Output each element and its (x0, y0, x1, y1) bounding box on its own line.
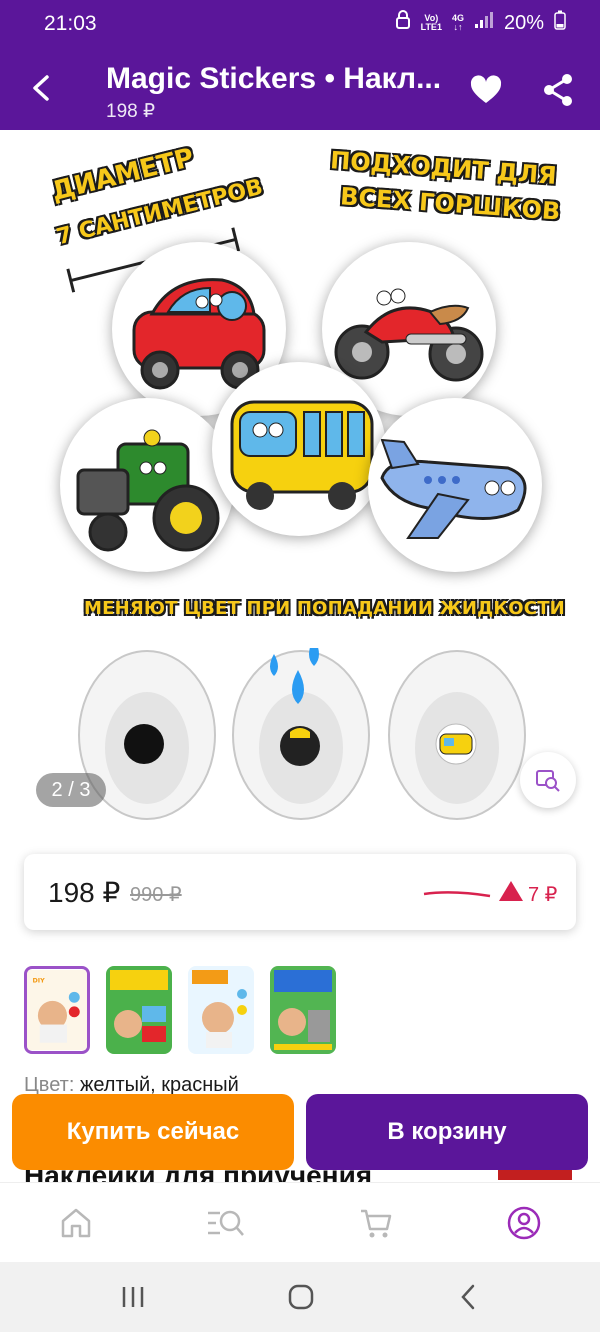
network-indicator: 4G ↓↑ (451, 13, 464, 32)
back-arrow-icon[interactable] (24, 70, 60, 106)
page-subtitle-price: 198 ₽ (106, 101, 156, 122)
triangle-up-icon (498, 880, 524, 908)
thumbnail-2[interactable] (106, 966, 172, 1054)
price-trend: 7 ₽ (498, 880, 557, 908)
color-label: Цвет: (24, 1074, 75, 1096)
price-history-line (423, 891, 491, 898)
heart-icon[interactable] (468, 72, 504, 108)
app-bar: Magic Stickers • Накл... 198 ₽ (0, 48, 600, 130)
banner-color-change: Меняют цвет при попадании жидкости (84, 598, 565, 619)
signal-icon (474, 11, 494, 35)
sticker-bus (212, 362, 386, 536)
add-to-cart-button[interactable]: В корзину (306, 1094, 588, 1170)
profile-icon[interactable] (506, 1205, 542, 1241)
potty-with-water (230, 638, 372, 827)
buy-now-button[interactable]: Купить сейчас (12, 1094, 294, 1170)
share-icon[interactable] (540, 72, 576, 108)
system-back-icon[interactable] (454, 1282, 484, 1312)
sticker-tractor (60, 398, 234, 572)
gallery-page-indicator: 2 / 3 (36, 773, 106, 807)
lock-icon (395, 10, 411, 36)
old-price: 990 ₽ (130, 884, 182, 906)
product-image-gallery[interactable]: Диаметр 7 сантиметров Подходит для всех … (0, 130, 600, 830)
image-search-icon[interactable] (520, 752, 576, 808)
sticker-airplane (368, 398, 542, 572)
status-time: 21:03 (44, 12, 97, 35)
home-circle-icon[interactable] (286, 1282, 316, 1312)
page-title: Magic Stickers • Накл... (106, 62, 442, 95)
battery-text: 20% (503, 11, 544, 34)
thumbnail-strip: DIY (24, 966, 336, 1054)
svg-text:DIY: DIY (32, 978, 45, 985)
color-value: желтый, красный (79, 1074, 239, 1096)
potty-after (386, 648, 528, 827)
banner-potties: всех горшков (339, 182, 562, 226)
status-bar: 21:03 Vo) LTE1 4G ↓↑ 20% (0, 0, 600, 48)
catalog-search-icon[interactable] (206, 1205, 244, 1241)
battery-icon (554, 10, 566, 36)
recent-apps-icon[interactable] (118, 1282, 148, 1312)
price-trend-value: 7 ₽ (528, 883, 558, 906)
cart-icon[interactable] (358, 1205, 394, 1241)
thumbnail-4[interactable] (270, 966, 336, 1054)
home-icon[interactable] (58, 1205, 94, 1241)
system-navigation (0, 1262, 600, 1332)
price-card[interactable]: 198 ₽ 990 ₽ 7 ₽ (24, 854, 576, 930)
bottom-navigation (0, 1182, 600, 1262)
thumbnail-1[interactable]: DIY (24, 966, 90, 1054)
thumbnail-3[interactable] (188, 966, 254, 1054)
volte-indicator: Vo) LTE1 (420, 13, 442, 32)
status-icons: Vo) LTE1 4G ↓↑ 20% (395, 10, 566, 36)
current-price: 198 ₽ (48, 877, 121, 908)
